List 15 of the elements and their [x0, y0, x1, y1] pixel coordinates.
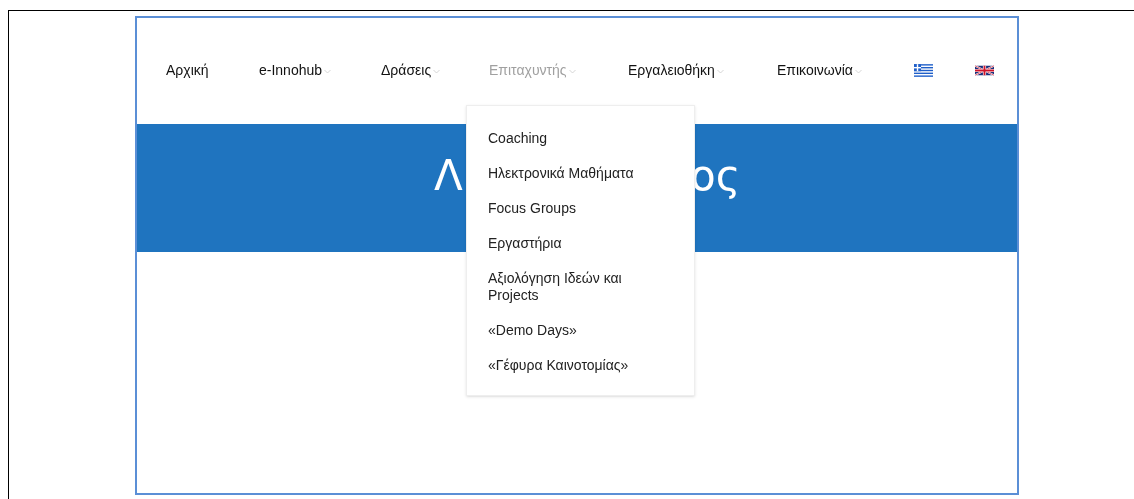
dropdown-item[interactable]: «Demo Days»	[488, 313, 673, 348]
dropdown-item[interactable]: Αξιολόγηση Ιδεών και Projects	[488, 261, 673, 313]
nav-link[interactable]: Επικοινωνία	[777, 59, 914, 81]
banner-title-fragment: Λ	[434, 151, 463, 201]
dropdown-item[interactable]: Coaching	[488, 121, 673, 156]
uk-flag-icon[interactable]	[975, 63, 994, 77]
nav-link[interactable]: Δράσεις	[381, 59, 489, 81]
nav-link[interactable]: Αρχική	[166, 59, 259, 81]
dropdown-item[interactable]: Εργαστήρια	[488, 226, 673, 261]
greek-flag-icon[interactable]	[914, 63, 933, 77]
dropdown-item[interactable]: Ηλεκτρονικά Μαθήματα	[488, 156, 673, 191]
nav-link[interactable]: e-Innohub	[259, 59, 381, 81]
nav-link[interactable]: Εργαλειοθήκη	[628, 59, 777, 81]
dropdown-item[interactable]: Focus Groups	[488, 191, 673, 226]
dropdown-item[interactable]: «Γέφυρα Καινοτομίας»	[488, 348, 673, 383]
